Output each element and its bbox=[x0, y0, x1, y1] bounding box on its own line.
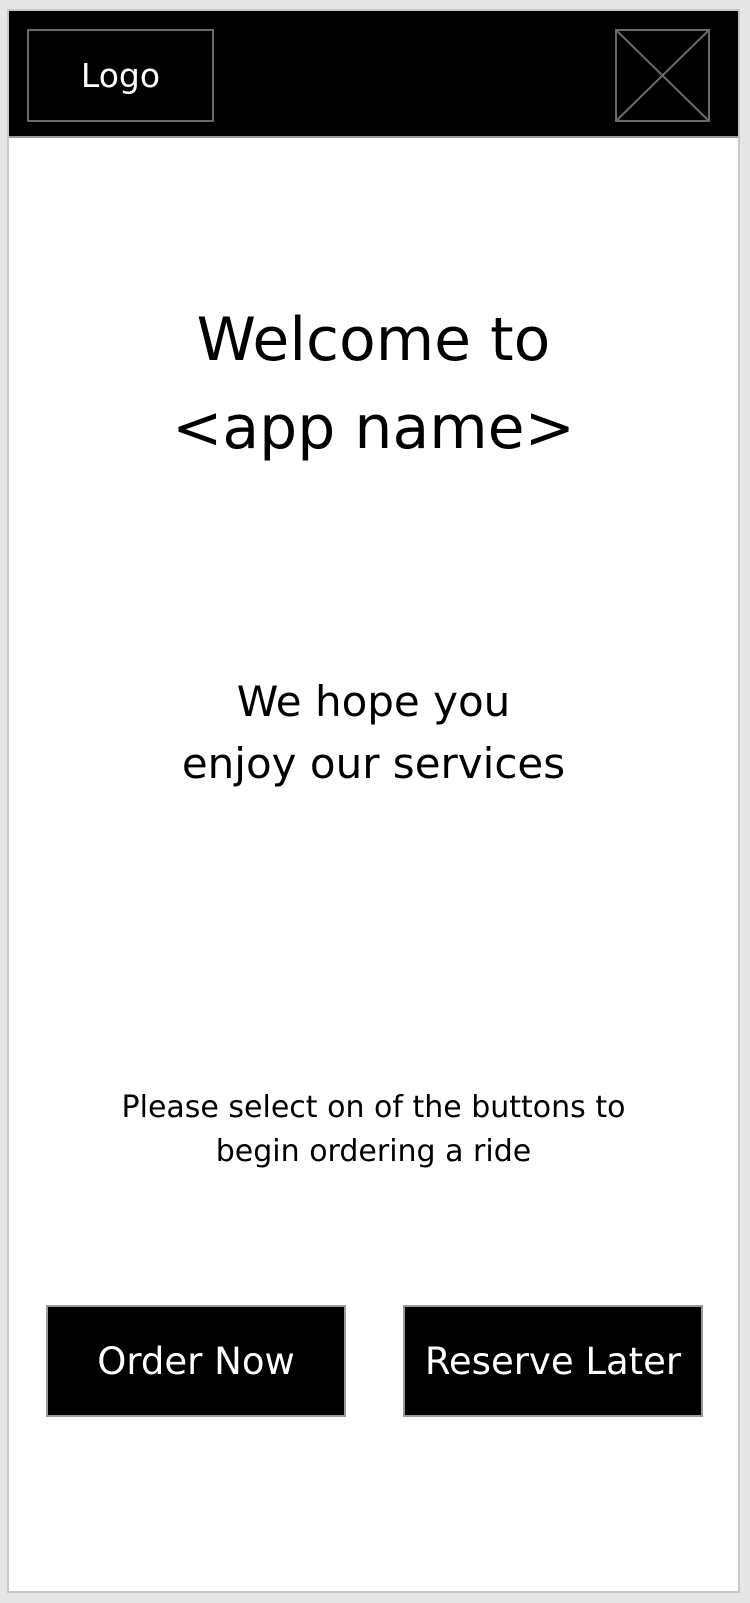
welcome-title: Welcome to <app name> bbox=[9, 296, 738, 472]
reserve-later-button[interactable]: Reserve Later bbox=[403, 1305, 703, 1417]
tagline-line-2: enjoy our services bbox=[181, 739, 566, 788]
app-screen: Logo Welcome to <app name> We hope you e… bbox=[7, 9, 740, 1593]
tagline: We hope you enjoy our services bbox=[9, 671, 738, 795]
instruction-line-1: Please select on of the buttons to bbox=[121, 1090, 626, 1125]
header-bar: Logo bbox=[9, 11, 738, 138]
instruction-text: Please select on of the buttons to begin… bbox=[9, 1086, 738, 1174]
logo[interactable]: Logo bbox=[27, 29, 214, 122]
close-icon[interactable] bbox=[615, 29, 710, 122]
welcome-line-1: Welcome to bbox=[196, 305, 551, 375]
welcome-line-2: <app name> bbox=[172, 393, 575, 463]
instruction-line-2: begin ordering a ride bbox=[215, 1134, 532, 1169]
tagline-line-1: We hope you bbox=[236, 677, 511, 726]
order-now-button[interactable]: Order Now bbox=[46, 1305, 346, 1417]
